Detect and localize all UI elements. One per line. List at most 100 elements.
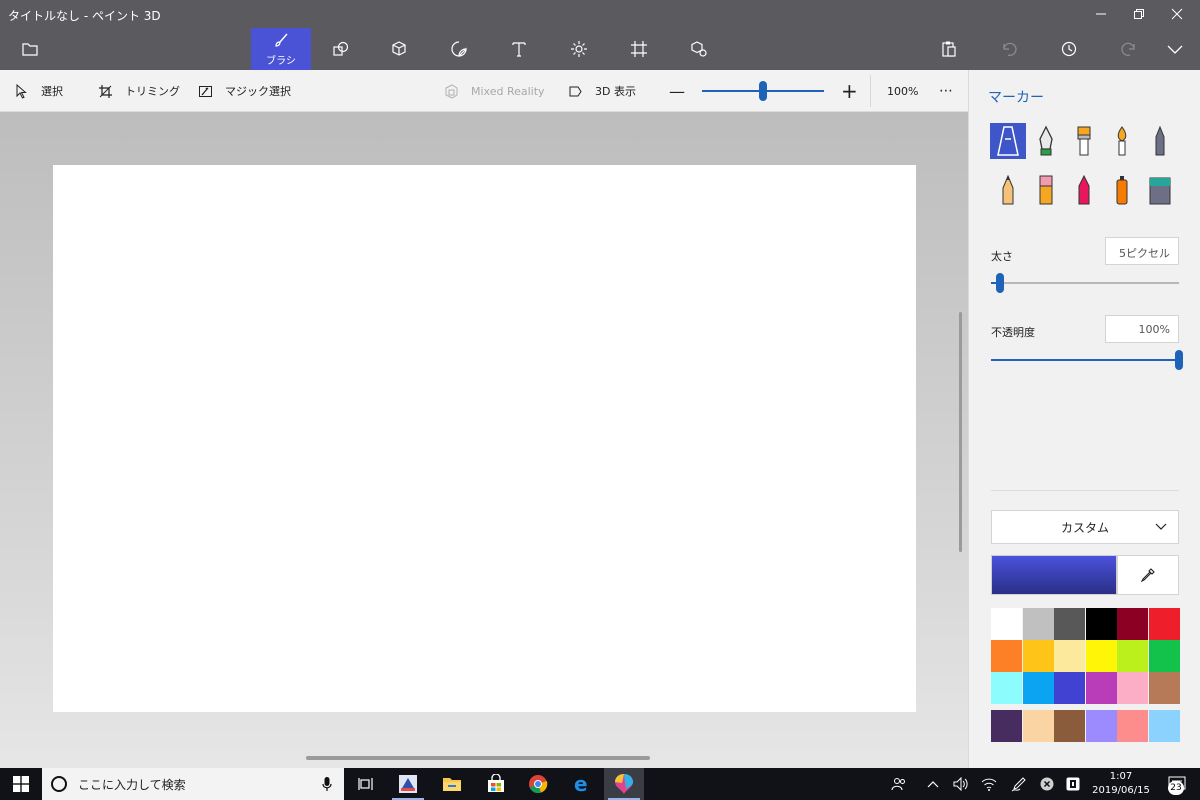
show-hidden-icons-button[interactable]: [920, 768, 946, 800]
menu-button[interactable]: [0, 28, 60, 70]
oil-brush-icon: [1077, 126, 1091, 156]
more-button[interactable]: ⋯: [939, 70, 953, 112]
brush-spraycan[interactable]: [1104, 172, 1140, 208]
view-3d-button[interactable]: 3D 表示: [568, 70, 636, 112]
wifi-button[interactable]: [976, 768, 1002, 800]
start-button[interactable]: [0, 768, 42, 800]
zoom-value[interactable]: 100%: [887, 70, 918, 112]
brush-pencil[interactable]: [990, 172, 1026, 208]
expand-button[interactable]: [1155, 30, 1195, 68]
taskbar-app-chrome[interactable]: [518, 768, 558, 800]
tab-text[interactable]: [489, 28, 549, 70]
select-button[interactable]: 選択: [14, 70, 63, 112]
panel-divider: [991, 490, 1179, 491]
eyedropper-button[interactable]: [1117, 555, 1179, 595]
opacity-input[interactable]: 100%: [1105, 315, 1179, 343]
pen-button[interactable]: [1006, 768, 1032, 800]
zoom-slider-thumb[interactable]: [759, 81, 767, 101]
tab-canvas[interactable]: [609, 28, 669, 70]
volume-button[interactable]: [948, 768, 974, 800]
microphone-icon[interactable]: [322, 776, 332, 792]
color-swatch[interactable]: [1022, 710, 1054, 742]
tab-effects[interactable]: [549, 28, 609, 70]
tab-2d-shapes[interactable]: [311, 28, 371, 70]
opacity-slider-thumb[interactable]: [1175, 350, 1183, 370]
color-swatch[interactable]: [1054, 640, 1085, 672]
color-swatch[interactable]: [1022, 608, 1054, 640]
brush-watercolor[interactable]: [1104, 123, 1140, 159]
color-swatch[interactable]: [991, 608, 1022, 640]
taskbar-search[interactable]: ここに入力して検索: [42, 768, 344, 800]
paste-button[interactable]: [929, 30, 969, 68]
thickness-slider-track[interactable]: [991, 282, 1179, 284]
history-button[interactable]: [1049, 30, 1089, 68]
mixed-reality-label: Mixed Reality: [471, 84, 545, 98]
undo-button[interactable]: [989, 30, 1029, 68]
taskbar-app-file-explorer[interactable]: [432, 768, 472, 800]
brush-oil[interactable]: [1066, 123, 1102, 159]
color-swatch[interactable]: [1117, 672, 1148, 704]
color-swatch[interactable]: [991, 672, 1022, 704]
brush-marker[interactable]: [990, 123, 1026, 159]
pencil-icon: [1002, 174, 1014, 205]
color-swatch[interactable]: [1054, 710, 1085, 742]
tab-3d-library[interactable]: [669, 28, 729, 70]
crop-button[interactable]: トリミング: [98, 70, 180, 112]
mixed-reality-button[interactable]: Mixed Reality: [444, 70, 545, 112]
vertical-scrollbar[interactable]: [959, 312, 962, 552]
2d-shapes-icon: [333, 41, 349, 56]
color-swatch[interactable]: [1085, 608, 1117, 640]
thickness-input[interactable]: 5ピクセル: [1105, 237, 1179, 265]
crayon-icon: [1078, 174, 1090, 205]
thickness-slider-thumb[interactable]: [996, 273, 1004, 293]
tab-stickers[interactable]: [429, 28, 489, 70]
people-button[interactable]: [886, 768, 912, 800]
task-view-button[interactable]: [346, 768, 386, 800]
close-button[interactable]: [1160, 0, 1194, 28]
brush-pixel-pen[interactable]: [1142, 123, 1178, 159]
brush-calligraphy-pen[interactable]: [1028, 123, 1064, 159]
taskbar-app-store[interactable]: [476, 768, 516, 800]
drawing-canvas[interactable]: [53, 165, 916, 712]
color-swatch[interactable]: [1148, 608, 1180, 640]
redo-button[interactable]: [1109, 30, 1149, 68]
color-swatch[interactable]: [1117, 608, 1148, 640]
current-color-swatch[interactable]: [991, 555, 1117, 595]
restore-button[interactable]: [1122, 0, 1156, 28]
color-swatch[interactable]: [1117, 640, 1148, 672]
zoom-out-button[interactable]: —: [669, 70, 685, 112]
brush-eraser[interactable]: [1028, 172, 1064, 208]
taskbar-app-paint3d-editor[interactable]: [388, 768, 428, 800]
chrome-icon: [529, 775, 548, 794]
color-swatch[interactable]: [991, 710, 1022, 742]
people-icon: [891, 778, 905, 791]
color-swatch[interactable]: [1148, 710, 1180, 742]
color-swatch[interactable]: [1117, 710, 1148, 742]
brush-fill[interactable]: [1142, 172, 1178, 208]
opacity-slider-track[interactable]: [991, 359, 1179, 361]
color-swatch[interactable]: [1085, 672, 1117, 704]
color-swatch[interactable]: [1085, 640, 1117, 672]
color-swatch[interactable]: [1022, 672, 1054, 704]
taskbar-app-edge[interactable]: e: [562, 768, 602, 800]
taskbar-app-paint3d[interactable]: [604, 768, 644, 800]
taskbar-clock[interactable]: 1:07 2019/06/15: [1090, 770, 1152, 798]
color-swatch[interactable]: [1148, 672, 1180, 704]
minimize-button[interactable]: [1084, 0, 1118, 28]
horizontal-scrollbar[interactable]: [306, 756, 650, 760]
tab-3d-shapes[interactable]: [369, 28, 429, 70]
color-swatch[interactable]: [1054, 608, 1085, 640]
tab-brushes[interactable]: ブラシ: [251, 28, 311, 70]
app-tray-button[interactable]: [1034, 768, 1060, 800]
fill-bucket-icon: [1149, 177, 1171, 205]
color-swatch[interactable]: [1022, 640, 1054, 672]
magic-select-button[interactable]: マジック選択: [198, 70, 291, 112]
zoom-in-button[interactable]: +: [841, 70, 858, 112]
brush-crayon[interactable]: [1066, 172, 1102, 208]
color-swatch[interactable]: [1148, 640, 1180, 672]
ime-button[interactable]: [1060, 768, 1086, 800]
color-swatch[interactable]: [1054, 672, 1085, 704]
color-swatch[interactable]: [991, 640, 1022, 672]
color-swatch[interactable]: [1085, 710, 1117, 742]
color-mode-dropdown[interactable]: カスタム: [991, 510, 1179, 544]
